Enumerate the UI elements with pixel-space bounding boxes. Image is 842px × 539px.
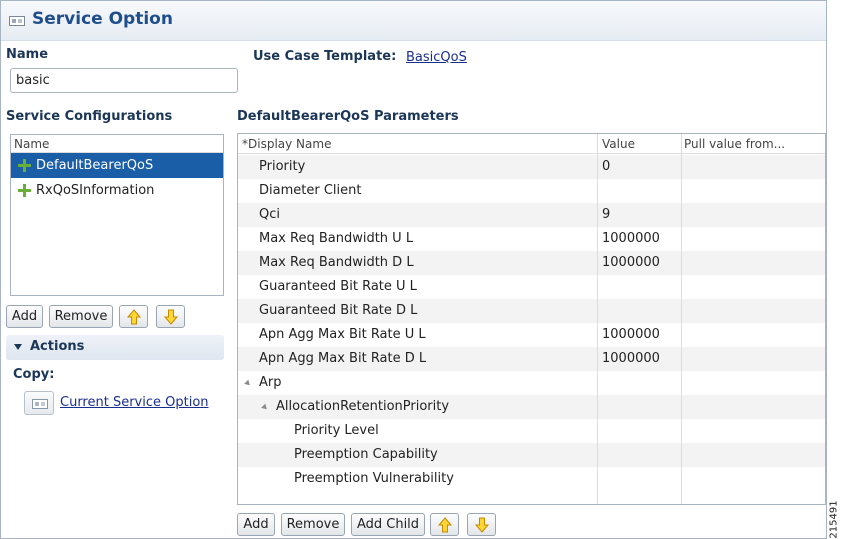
list-item-defaultbearerqos[interactable]: DefaultBearerQoS <box>11 153 223 178</box>
column-header-pull-value-from: Pull value from... <box>684 137 786 151</box>
name-input[interactable] <box>10 68 238 93</box>
column-divider <box>681 134 682 504</box>
expand-triangle-icon[interactable] <box>244 379 252 388</box>
parameter-name: Arp <box>259 375 282 390</box>
column-header-value: Value <box>602 137 635 151</box>
parameter-value[interactable]: 1000000 <box>602 323 660 347</box>
parameters-label: DefaultBearerQoS Parameters <box>237 109 459 124</box>
table-row[interactable]: Apn Agg Max Bit Rate D L 1000000 <box>238 347 825 371</box>
parameter-name: Preemption Vulnerability <box>294 471 454 486</box>
column-header-display-name: *Display Name <box>242 137 332 151</box>
table-row[interactable]: Guaranteed Bit Rate U L <box>238 275 825 299</box>
table-row[interactable]: AllocationRetentionPriority <box>238 395 825 419</box>
service-option-icon <box>32 399 48 409</box>
add-parameter-button[interactable]: Add <box>237 513 275 536</box>
copy-service-option-icon[interactable] <box>24 391 54 415</box>
name-label: Name <box>6 47 49 62</box>
move-down-button[interactable] <box>156 305 185 328</box>
table-row[interactable]: Guaranteed Bit Rate D L <box>238 299 825 323</box>
move-parameter-up-button[interactable] <box>430 513 459 536</box>
table-row[interactable]: Preemption Capability <box>238 443 825 467</box>
table-row[interactable]: Priority Level <box>238 419 825 443</box>
list-column-header: Name <box>11 135 223 153</box>
arrow-up-icon <box>437 516 452 532</box>
parameter-name: Apn Agg Max Bit Rate D L <box>259 351 427 366</box>
parameter-name: Max Req Bandwidth D L <box>259 255 414 270</box>
table-row[interactable]: Diameter Client <box>238 179 825 203</box>
service-option-icon <box>9 16 25 26</box>
move-parameter-down-button[interactable] <box>467 513 496 536</box>
table-header: *Display Name Value Pull value from... <box>238 134 825 154</box>
title-bar: Service Option <box>1 1 826 41</box>
parameter-name: Guaranteed Bit Rate D L <box>259 303 418 318</box>
parameter-name: Priority Level <box>294 423 379 438</box>
table-row[interactable]: Apn Agg Max Bit Rate U L 1000000 <box>238 323 825 347</box>
parameter-value[interactable]: 0 <box>602 155 610 179</box>
list-item-rxqosinformation[interactable]: RxQoSInformation <box>11 178 223 203</box>
collapse-arrow-icon[interactable] <box>14 344 22 350</box>
remove-configuration-button[interactable]: Remove <box>49 305 113 328</box>
arrow-down-icon <box>474 517 489 533</box>
copy-current-service-option-link[interactable]: Current Service Option <box>60 395 209 410</box>
parameter-name: Apn Agg Max Bit Rate U L <box>259 327 426 342</box>
actions-title: Actions <box>30 339 85 354</box>
parameter-name: Priority <box>259 159 306 174</box>
service-configurations-label: Service Configurations <box>6 109 173 124</box>
service-option-window: Service Option Name Use Case Template: B… <box>0 0 827 539</box>
table-row[interactable]: Priority 0 <box>238 155 825 179</box>
add-configuration-button[interactable]: Add <box>6 305 43 328</box>
add-child-button[interactable]: Add Child <box>351 513 425 536</box>
figure-id: 215491 <box>829 500 842 539</box>
parameter-value[interactable]: 1000000 <box>602 347 660 371</box>
actions-panel-header[interactable]: Actions <box>6 335 224 360</box>
table-row[interactable]: Max Req Bandwidth U L 1000000 <box>238 227 825 251</box>
remove-parameter-button[interactable]: Remove <box>281 513 345 536</box>
parameter-name: Preemption Capability <box>294 447 438 462</box>
parameter-name: Diameter Client <box>259 183 362 198</box>
list-item-label: RxQoSInformation <box>36 183 155 198</box>
page-title: Service Option <box>32 9 173 29</box>
table-row[interactable]: Max Req Bandwidth D L 1000000 <box>238 251 825 275</box>
arrow-up-icon <box>126 308 141 324</box>
service-configurations-list: Name DefaultBearerQoS RxQoSInformation <box>10 134 224 296</box>
table-row[interactable]: Arp <box>238 371 825 395</box>
parameter-name: Max Req Bandwidth U L <box>259 231 414 246</box>
parameter-value[interactable]: 1000000 <box>602 227 660 251</box>
use-case-template-link[interactable]: BasicQoS <box>406 50 467 65</box>
parameter-value[interactable]: 1000000 <box>602 251 660 275</box>
expand-triangle-icon[interactable] <box>261 403 269 412</box>
copy-label: Copy: <box>13 367 55 382</box>
plus-icon <box>18 184 31 197</box>
parameter-value[interactable]: 9 <box>602 203 610 227</box>
use-case-template-label: Use Case Template: <box>253 49 397 64</box>
parameter-name: Guaranteed Bit Rate U L <box>259 279 417 294</box>
figure-id-text: 215491 <box>828 500 840 539</box>
plus-icon <box>18 159 31 172</box>
table-row[interactable]: Preemption Vulnerability <box>238 467 825 491</box>
parameters-table: Priority 0 Diameter Client Qci 9 Max Req Band… <box>237 133 826 505</box>
arrow-down-icon <box>163 309 178 325</box>
list-item-label: DefaultBearerQoS <box>36 158 154 173</box>
parameter-name: Qci <box>259 207 280 222</box>
move-up-button[interactable] <box>119 305 148 328</box>
parameter-name: AllocationRetentionPriority <box>276 399 450 414</box>
table-row[interactable]: Qci 9 <box>238 203 825 227</box>
column-divider <box>597 134 598 504</box>
